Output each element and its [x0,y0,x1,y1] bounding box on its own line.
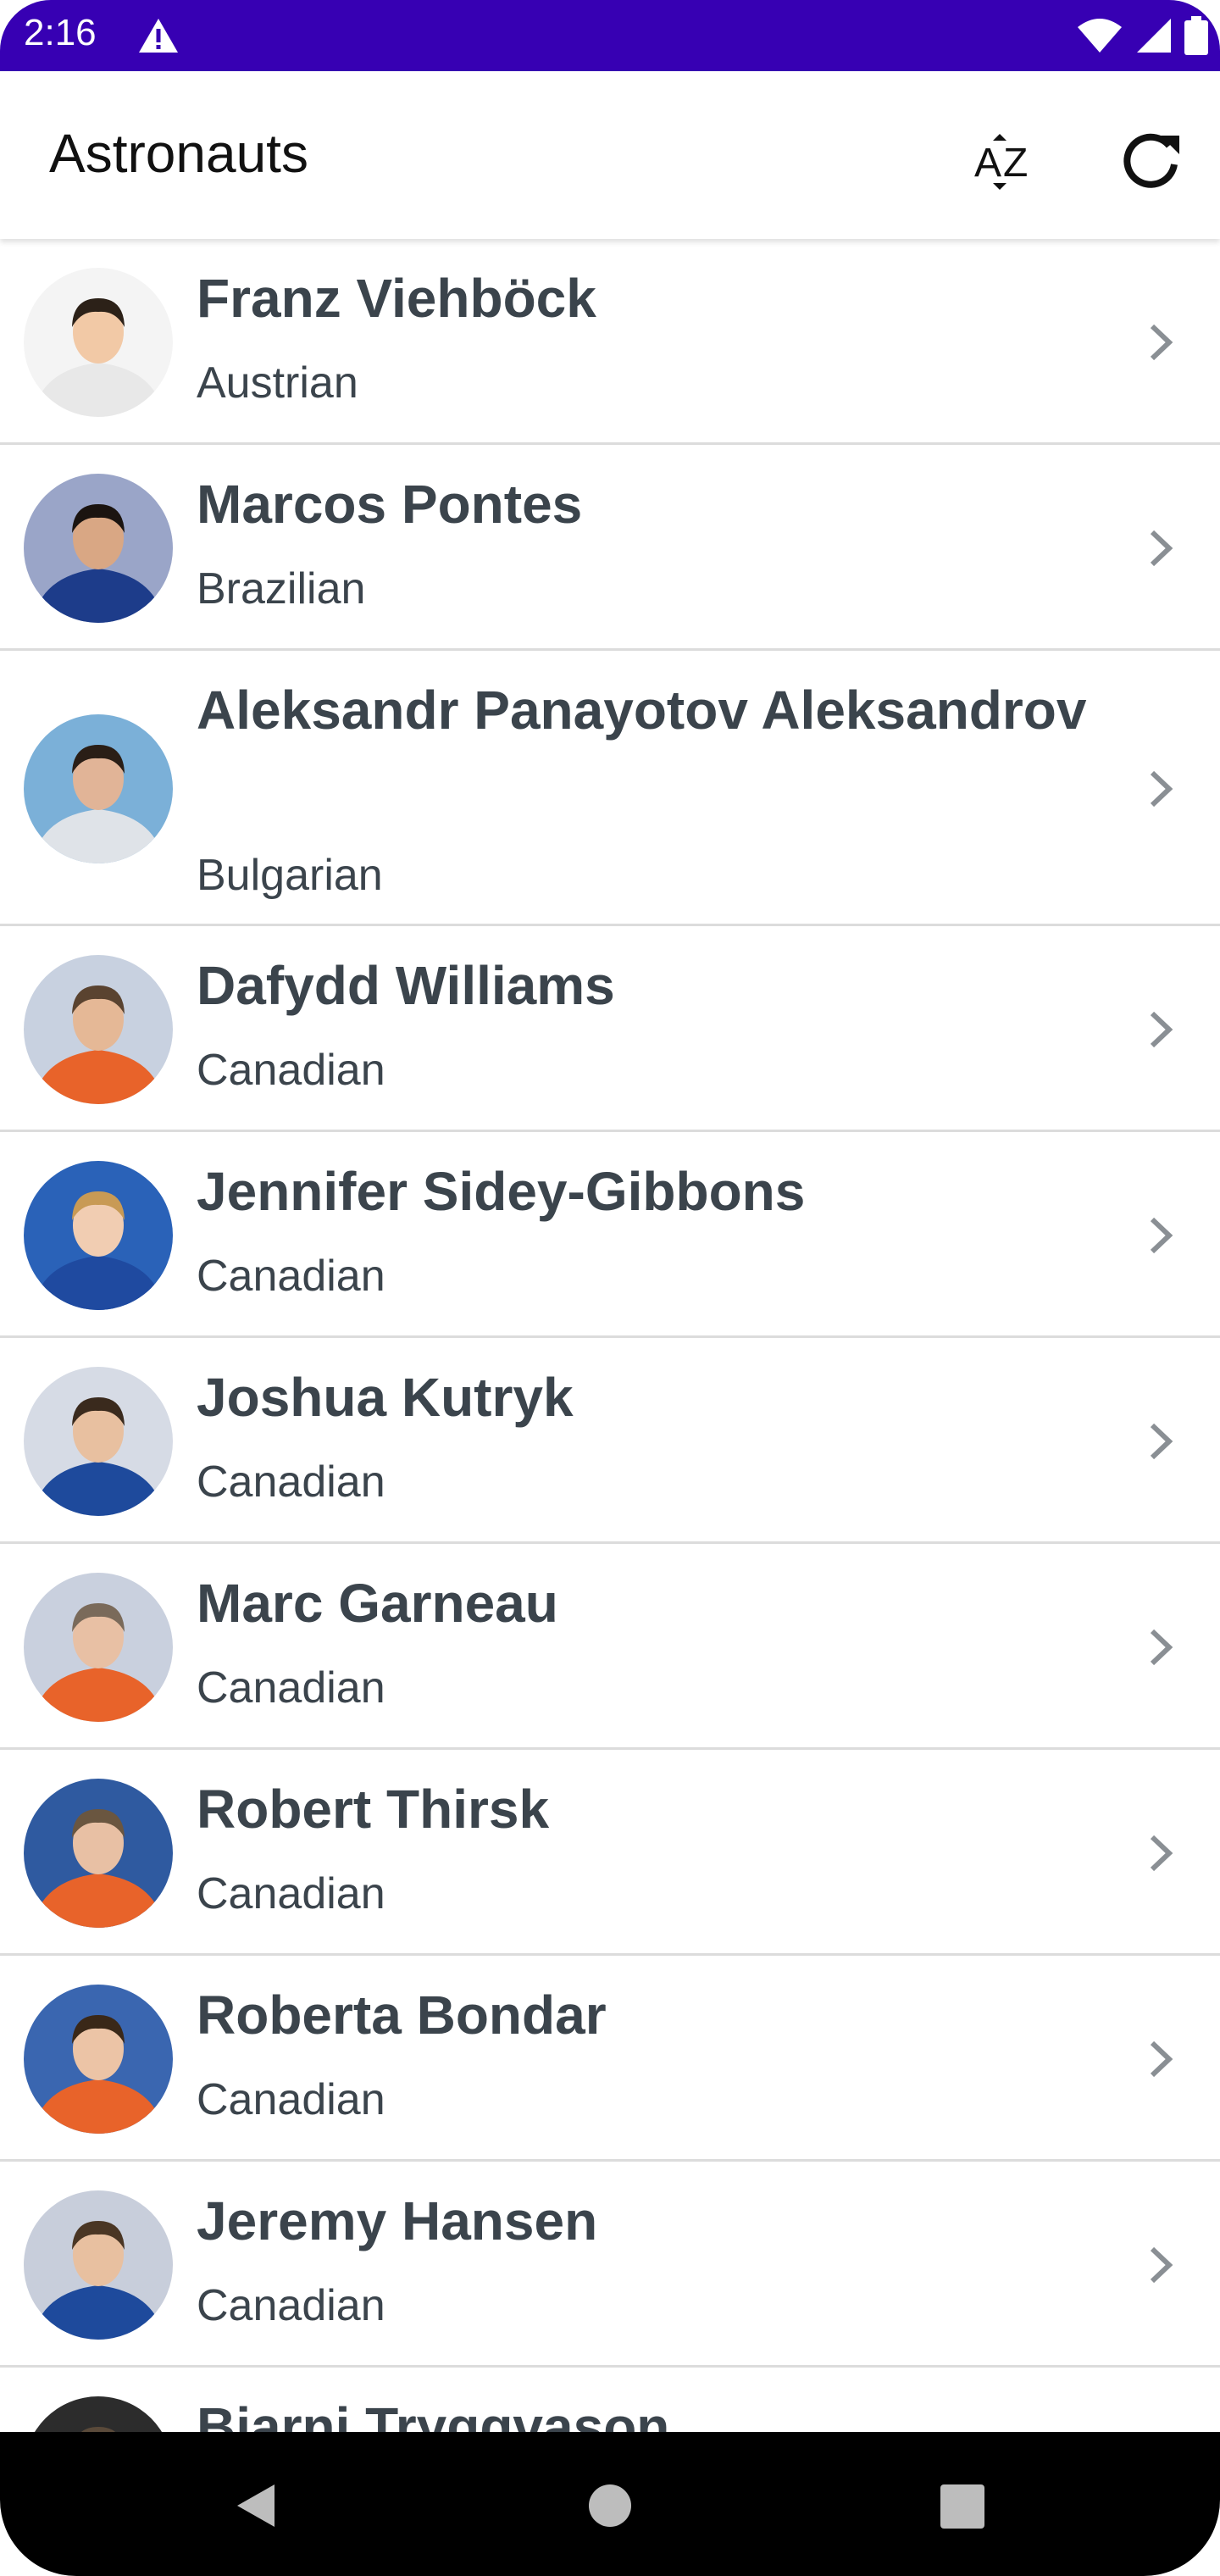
astronaut-photo [24,1778,173,1928]
avatar [24,2190,173,2340]
sort-az-icon[interactable]: A Z [966,120,1047,202]
chevron-right-icon [1150,1423,1173,1459]
astronaut-row[interactable]: Joshua Kutryk Canadian [0,1338,1220,1544]
avatar [24,1572,173,1722]
astronaut-row[interactable]: Dafydd Williams Canadian [0,926,1220,1132]
astronaut-nationality: Canadian [197,1252,385,1301]
astronaut-row[interactable]: Robert Thirsk Canadian [0,1750,1220,1956]
svg-text:A: A [974,141,1001,186]
avatar [24,473,173,623]
home-icon[interactable] [572,2468,648,2544]
astronaut-photo [24,713,173,863]
astronaut-photo [24,267,173,417]
astronaut-row[interactable]: Marcos Pontes Brazilian [0,445,1220,651]
astronaut-name: Aleksandr Panayotov Aleksandrov [197,680,1087,741]
astronaut-nationality: Canadian [197,1046,385,1095]
astronaut-row[interactable]: Franz Viehböck Austrian [0,239,1220,445]
chevron-right-icon [1150,1835,1173,1871]
astronaut-name: Joshua Kutryk [197,1367,574,1428]
chevron-right-icon [1150,2246,1173,2283]
status-icons [1076,15,1208,56]
astronaut-name: Franz Viehböck [197,268,596,329]
status-time: 2:16 [24,12,97,53]
astronaut-photo [24,2190,173,2340]
astronaut-nationality: Canadian [197,1869,385,1918]
astronaut-nationality: Brazilian [197,564,366,613]
chevron-right-icon [1150,530,1173,566]
astronaut-name: Jennifer Sidey-Gibbons [197,1161,806,1222]
status-bar: 2:16 [0,0,1220,71]
avatar [24,267,173,417]
astronaut-name: Marcos Pontes [197,474,583,535]
astronaut-nationality: Canadian [197,2281,385,2330]
back-icon[interactable] [217,2468,293,2544]
wifi-icon [1078,19,1122,53]
astronaut-nationality: Canadian [197,1457,385,1507]
chevron-right-icon [1150,324,1173,360]
astronaut-name: Jeremy Hansen [197,2190,598,2251]
astronaut-row[interactable]: Marc Garneau Canadian [0,1544,1220,1750]
astronaut-photo [24,954,173,1104]
navigation-bar [0,2432,1220,2576]
avatar [24,2396,173,2432]
astronaut-name: Bjarni Tryggvason [197,2396,670,2432]
astronaut-row[interactable]: Jennifer Sidey-Gibbons Canadian [0,1132,1220,1338]
avatar [24,1778,173,1928]
refresh-icon[interactable] [1110,120,1191,202]
battery-icon [1184,16,1208,55]
avatar [24,1160,173,1310]
svg-text:Z: Z [1003,141,1028,186]
astronaut-row[interactable]: Bjarni TryggvasonCanadian [0,2368,1220,2432]
astronaut-photo [24,473,173,623]
astronaut-nationality: Canadian [197,2075,385,2124]
astronaut-row[interactable]: Roberta Bondar Canadian [0,1956,1220,2162]
astronaut-row[interactable]: Jeremy Hansen Canadian [0,2162,1220,2368]
astronaut-nationality: Bulgarian [197,851,383,900]
astronaut-photo [24,1984,173,2134]
astronaut-photo [24,1572,173,1722]
astronaut-photo [24,2396,173,2432]
astronaut-name: Robert Thirsk [197,1779,550,1840]
avatar [24,1984,173,2134]
chevron-right-icon [1150,2040,1173,2077]
chevron-right-icon [1150,1629,1173,1665]
astronaut-photo [24,1366,173,1516]
page-title: Astronauts [49,123,308,184]
astronaut-name: Marc Garneau [197,1573,558,1634]
astronaut-name: Roberta Bondar [197,1985,607,2046]
astronaut-row[interactable]: Aleksandr Panayotov Aleksandrov Bulgarian [0,651,1220,926]
avatar [24,713,173,863]
chevron-right-icon [1150,1217,1173,1253]
chevron-right-icon [1150,770,1173,807]
astronaut-list: Franz Viehböck Austrian Marcos Pontes Brazi… [0,239,1220,2432]
chevron-right-icon [1150,1011,1173,1047]
astronaut-photo [24,1160,173,1310]
astronaut-nationality: Austrian [197,358,358,408]
warning-icon [139,19,178,53]
cellular-icon [1137,19,1171,53]
app-screen: 2:16 Astronauts A Z Franz Viehböck Austr… [0,0,1220,2576]
astronaut-nationality: Canadian [197,1663,385,1713]
astronaut-name: Dafydd Williams [197,955,615,1016]
avatar [24,954,173,1104]
avatar [24,1366,173,1516]
app-bar: Astronauts A Z [0,71,1220,239]
recents-icon[interactable] [923,2468,1000,2544]
